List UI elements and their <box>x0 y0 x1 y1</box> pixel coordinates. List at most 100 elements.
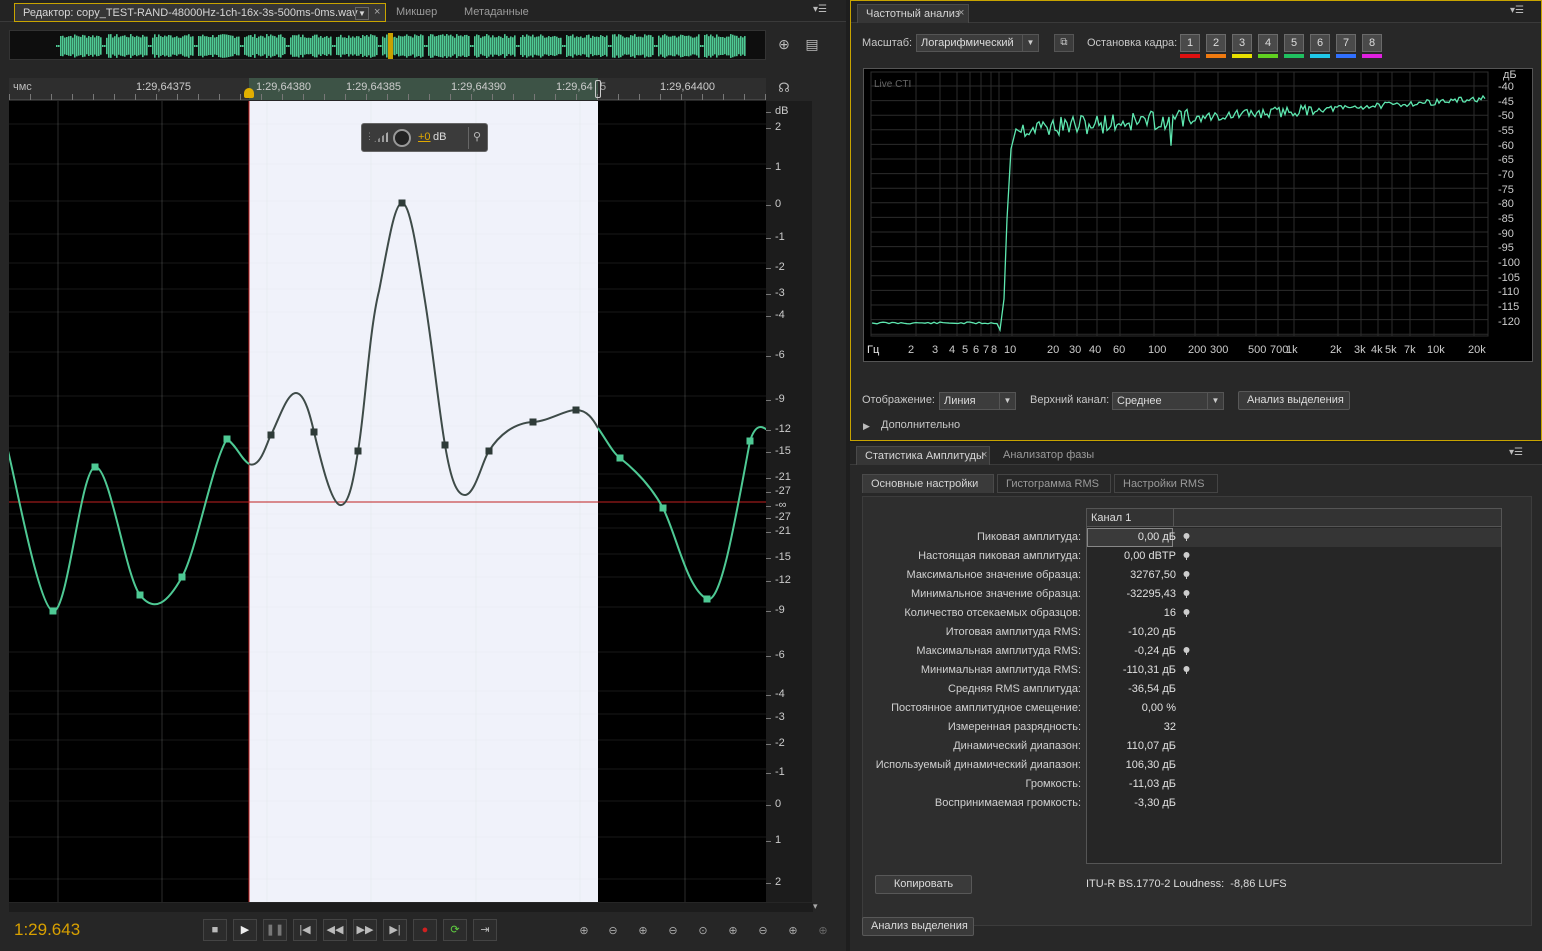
panel-menu-icon[interactable]: ▾☰ <box>1508 447 1524 461</box>
skip-button[interactable]: ⇥ <box>473 919 497 941</box>
stats-row: Постоянное амплитудное смещение: 0,00 % <box>863 699 1503 718</box>
zoom-tracks-icon[interactable]: ⊕ <box>811 921 835 941</box>
time-ruler[interactable]: чмс 1:29,64375 1:29,64380 1:29,64385 1:2… <box>9 78 766 100</box>
advanced-toggle[interactable]: Дополнительно <box>881 419 960 431</box>
zoom-in-time-icon[interactable]: ⊕ <box>631 921 655 941</box>
tab-phase-analyzer[interactable]: Анализатор фазы <box>995 446 1099 465</box>
stats-value[interactable]: 0,00 дБ <box>1088 531 1176 543</box>
stats-row: Количество отсекаемых образцов: 16 <box>863 604 1503 623</box>
selection-start-marker[interactable] <box>244 88 254 98</box>
selection-end-marker[interactable] <box>595 80 601 98</box>
display-select[interactable]: Линия ▼ <box>939 392 1016 410</box>
stats-value[interactable]: 110,07 дБ <box>1088 740 1176 752</box>
go-to-marker-icon[interactable] <box>1183 665 1190 674</box>
stats-label: Измеренная разрядность: <box>947 721 1081 733</box>
subtab-general[interactable]: Основные настройки <box>862 474 994 493</box>
file-dropdown-icon[interactable]: ▼ <box>355 7 369 20</box>
zoom-out-amplitude-icon[interactable]: ⊖ <box>601 921 625 941</box>
expand-triangle-icon[interactable]: ▶ <box>863 421 870 432</box>
go-to-marker-icon[interactable] <box>1183 570 1190 579</box>
rewind-button[interactable]: ◀◀ <box>323 919 347 941</box>
go-to-marker-icon[interactable] <box>1183 646 1190 655</box>
freeze-frame-5-button[interactable]: 5 <box>1284 34 1304 52</box>
freeze-frame-3-button[interactable]: 3 <box>1232 34 1252 52</box>
panel-menu-icon[interactable]: ▾☰ <box>1509 5 1525 19</box>
zoom-in-amplitude-icon[interactable]: ⊕ <box>572 921 596 941</box>
close-icon[interactable]: × <box>981 449 987 461</box>
freeze-frame-7-button[interactable]: 7 <box>1336 34 1356 52</box>
freeze-frame-8-button[interactable]: 8 <box>1362 34 1382 52</box>
stats-value[interactable]: 0,00 dBTP <box>1088 550 1176 562</box>
stats-value[interactable]: 32 <box>1088 721 1176 733</box>
tab-editor[interactable]: Редактор: copy_TEST-RAND-48000Hz-1ch-16x… <box>14 3 386 22</box>
channel-select[interactable]: Среднее ▼ <box>1112 392 1224 410</box>
stop-button[interactable]: ■ <box>203 919 227 941</box>
overview-strip[interactable] <box>9 30 766 60</box>
stats-label: Минимальное значение образца: <box>910 588 1081 600</box>
y-tick-label: -40 <box>1498 81 1514 93</box>
tab-amplitude-stats[interactable]: Статистика Амплитуды × <box>856 446 990 465</box>
go-to-end-button[interactable]: ▶| <box>383 919 407 941</box>
record-button[interactable]: ● <box>413 919 437 941</box>
stats-row: Используемый динамический диапазон: 106,3… <box>863 756 1503 775</box>
freeze-frame-4-button[interactable]: 4 <box>1258 34 1278 52</box>
volume-hud[interactable]: ⋮ +0 dB ⚲ <box>361 123 488 152</box>
volume-knob-icon[interactable] <box>393 129 411 147</box>
stats-value[interactable]: -10,20 дБ <box>1088 626 1176 638</box>
clear-frames-icon[interactable]: ⧉ <box>1054 34 1074 52</box>
play-button[interactable]: ▶ <box>233 919 257 941</box>
tab-mixer[interactable]: Микшер <box>388 3 452 22</box>
subtab-rms-settings[interactable]: Настройки RMS <box>1114 474 1218 493</box>
go-to-marker-icon[interactable] <box>1183 551 1190 560</box>
ruler-tick: 1:29,64385 <box>346 81 402 93</box>
scroll-menu-icon[interactable]: ▾ <box>813 901 818 912</box>
scale-select[interactable]: Логарифмический ▼ <box>916 34 1039 52</box>
stats-row: Пиковая амплитуда: 0,00 дБ <box>863 528 1503 547</box>
go-to-marker-icon[interactable] <box>1183 608 1190 617</box>
go-to-marker-icon[interactable] <box>1183 589 1190 598</box>
stats-analyze-selection-button[interactable]: Анализ выделения <box>862 917 974 936</box>
zoom-out-point-icon[interactable]: ⊖ <box>751 921 775 941</box>
tab-metadata[interactable]: Метаданные <box>456 3 542 22</box>
editor-tabbar: Редактор: copy_TEST-RAND-48000Hz-1ch-16x… <box>0 0 846 22</box>
go-to-start-button[interactable]: |◀ <box>293 919 317 941</box>
close-icon[interactable]: × <box>958 7 964 19</box>
horizontal-scrollbar[interactable]: ▾ <box>9 901 818 912</box>
waveform-area[interactable]: ⋮ +0 dB ⚲ <box>9 101 766 902</box>
stats-value[interactable]: 32767,50 <box>1088 569 1176 581</box>
hud-gain-value[interactable]: +0 <box>418 131 431 143</box>
pause-button[interactable]: ❚❚ <box>263 919 287 941</box>
stats-value[interactable]: -0,24 дБ <box>1088 645 1176 657</box>
tab-frequency[interactable]: Частотный анализ × <box>857 4 969 23</box>
zoom-in-point-icon[interactable]: ⊕ <box>721 921 745 941</box>
zoom-out-time-icon[interactable]: ⊖ <box>661 921 685 941</box>
freeze-frame-1-button[interactable]: 1 <box>1180 34 1200 52</box>
go-to-marker-icon[interactable] <box>1183 532 1190 541</box>
freeze-frame-6-button[interactable]: 6 <box>1310 34 1330 52</box>
copy-button[interactable]: Копировать <box>875 875 972 894</box>
zoom-full-icon[interactable]: ⊙ <box>691 921 715 941</box>
spectrum-plot[interactable]: Live CTI Гц 2 3 4 5 6 7 8 10 20 30 40 60 100 200 300 500… <box>863 68 1533 362</box>
stats-value[interactable]: -110,31 дБ <box>1088 664 1176 676</box>
close-icon[interactable]: × <box>374 6 380 18</box>
stats-value[interactable]: -36,54 дБ <box>1088 683 1176 695</box>
stats-value[interactable]: -11,03 дБ <box>1088 778 1176 790</box>
fast-forward-button[interactable]: ▶▶ <box>353 919 377 941</box>
pin-icon[interactable]: ⚲ <box>473 130 481 143</box>
subtab-rms-histogram[interactable]: Гистограмма RMS <box>997 474 1111 493</box>
headphones-icon[interactable]: ☊ <box>776 80 792 96</box>
y-tick-label: -90 <box>1498 228 1514 240</box>
analyze-selection-button[interactable]: Анализ выделения <box>1238 391 1350 410</box>
stats-value[interactable]: -3,30 дБ <box>1088 797 1176 809</box>
stats-value[interactable]: 106,30 дБ <box>1088 759 1176 771</box>
stats-value[interactable]: 16 <box>1088 607 1176 619</box>
hud-toggle-icon[interactable]: ▤ <box>802 36 822 56</box>
db-tick <box>766 430 771 431</box>
freeze-frame-2-button[interactable]: 2 <box>1206 34 1226 52</box>
panel-menu-icon[interactable]: ▾☰ <box>812 4 828 18</box>
stats-value[interactable]: 0,00 % <box>1088 702 1176 714</box>
zoom-selection-icon[interactable]: ⊕ <box>781 921 805 941</box>
zoom-to-selection-icon[interactable]: ⊕ <box>774 36 794 56</box>
loop-button[interactable]: ⟳ <box>443 919 467 941</box>
stats-value[interactable]: -32295,43 <box>1088 588 1176 600</box>
